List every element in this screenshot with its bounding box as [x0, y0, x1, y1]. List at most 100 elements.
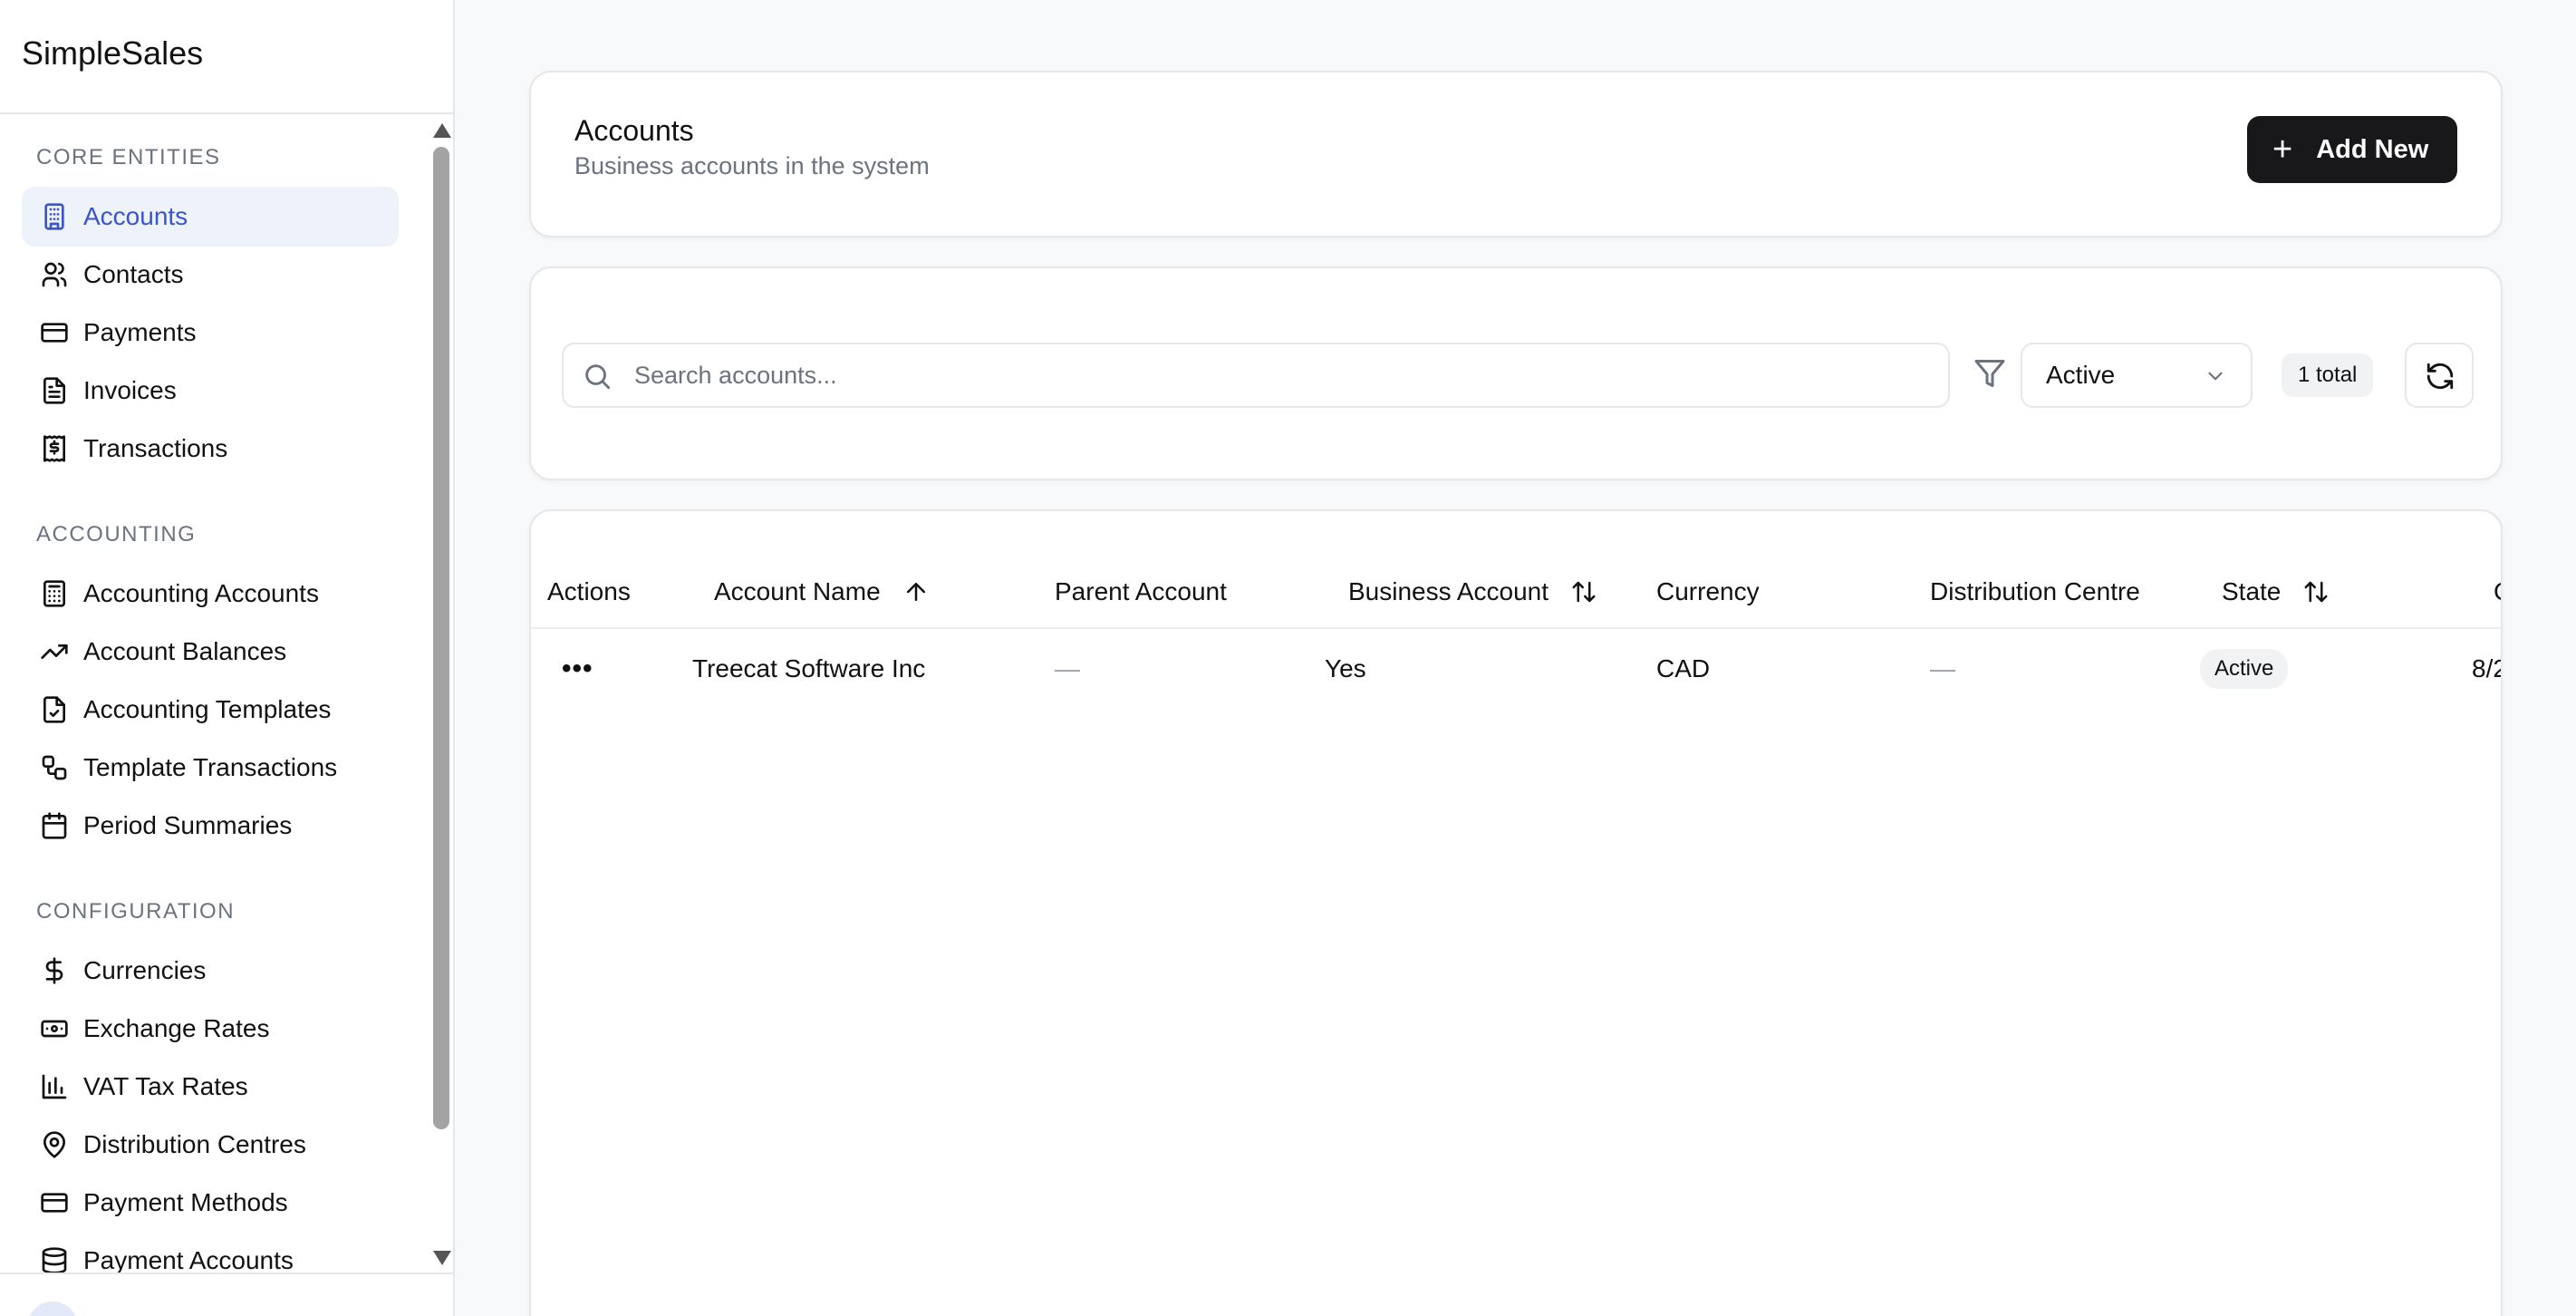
- sidebar-item-account-balances[interactable]: Account Balances: [22, 622, 399, 682]
- status-badge: Active: [2200, 649, 2289, 689]
- sidebar-item-label: Payment Accounts: [83, 1246, 294, 1272]
- more-horizontal-icon[interactable]: •••: [562, 653, 593, 684]
- created-cell: 8/2: [2472, 654, 2501, 682]
- state-cell: Active: [2200, 629, 2289, 709]
- status-filter-value: Active: [2046, 361, 2116, 389]
- sidebar-item-exchange-rates[interactable]: Exchange Rates: [22, 999, 399, 1059]
- sidebar-item-contacts[interactable]: Contacts: [22, 245, 399, 305]
- sidebar-item-currencies[interactable]: Currencies: [22, 941, 399, 1001]
- column-label: Account Name: [714, 577, 881, 605]
- credit-card-icon: [40, 318, 69, 347]
- sidebar-item-label: Account Balances: [83, 637, 287, 665]
- scroll-thumb[interactable]: [433, 147, 449, 1129]
- sidebar-nav: CORE ENTITIES Accounts Contacts Payments…: [0, 116, 428, 1272]
- column-header-distribution-centre: Distribution Centre: [1930, 555, 2140, 629]
- table-header-row: Actions Account Name Parent Account Busi…: [531, 555, 2501, 629]
- refresh-button[interactable]: [2405, 343, 2474, 408]
- column-header-business-account[interactable]: Business Account: [1348, 555, 1597, 629]
- filter-icon: [1973, 357, 2006, 390]
- database-icon: [40, 1246, 69, 1272]
- column-header-state[interactable]: State: [2222, 555, 2330, 629]
- section-title-accounting: ACCOUNTING: [36, 522, 197, 547]
- credit-card-icon: [40, 1188, 69, 1217]
- sidebar-item-label: Period Summaries: [83, 811, 293, 839]
- sidebar-item-label: Invoices: [83, 376, 177, 404]
- dollar-sign-icon: [40, 956, 69, 985]
- avatar[interactable]: [27, 1301, 78, 1316]
- sidebar-scrollbar[interactable]: [428, 116, 453, 1272]
- section-title-configuration: CONFIGURATION: [36, 899, 236, 924]
- sidebar-item-label: Transactions: [83, 434, 228, 462]
- banknote-icon: [40, 1014, 69, 1043]
- sidebar-item-vat-tax-rates[interactable]: VAT Tax Rates: [22, 1057, 399, 1117]
- file-text-icon: [40, 376, 69, 405]
- plus-icon: +: [2272, 131, 2293, 169]
- column-header-parent-account: Parent Account: [1055, 555, 1227, 629]
- trending-up-icon: [40, 637, 69, 666]
- scroll-up-arrow-icon[interactable]: [433, 123, 451, 138]
- sidebar-item-label: Template Transactions: [83, 753, 338, 781]
- sidebar-item-payment-methods[interactable]: Payment Methods: [22, 1173, 399, 1233]
- row-actions-cell[interactable]: •••: [562, 629, 593, 709]
- sidebar-item-payments[interactable]: Payments: [22, 303, 399, 363]
- sidebar-item-label: Contacts: [83, 260, 184, 288]
- currency-cell: CAD: [1656, 654, 1711, 682]
- sidebar-item-label: VAT Tax Rates: [83, 1072, 248, 1100]
- page-title: Accounts: [574, 114, 694, 147]
- refresh-icon: [2426, 363, 2454, 390]
- column-header-account-name[interactable]: Account Name: [714, 555, 930, 629]
- sidebar-item-invoices[interactable]: Invoices: [22, 361, 399, 421]
- account-name-cell: Treecat Software Inc: [692, 654, 926, 682]
- sidebar-item-label: Distribution Centres: [83, 1130, 306, 1158]
- calendar-icon: [40, 811, 69, 840]
- sidebar: SimpleSales CORE ENTITIES Accounts Conta…: [0, 0, 455, 1316]
- sidebar-item-template-transactions[interactable]: Template Transactions: [22, 738, 399, 798]
- sidebar-item-payment-accounts[interactable]: Payment Accounts: [22, 1231, 399, 1272]
- sidebar-item-transactions[interactable]: Transactions: [22, 419, 399, 479]
- sidebar-item-accounting-templates[interactable]: Accounting Templates: [22, 680, 399, 740]
- chevron-down-icon: [2204, 364, 2227, 388]
- sidebar-footer: [0, 1272, 453, 1316]
- users-icon: [40, 260, 69, 289]
- add-new-label: Add New: [2316, 134, 2429, 164]
- sidebar-item-label: Payment Methods: [83, 1188, 288, 1216]
- workflow-icon: [40, 753, 69, 782]
- status-filter-select[interactable]: Active: [2021, 343, 2253, 408]
- sidebar-item-label: Exchange Rates: [83, 1014, 270, 1042]
- search-input[interactable]: [634, 344, 1921, 406]
- search-box[interactable]: [562, 343, 1950, 408]
- scroll-down-arrow-icon[interactable]: [433, 1251, 451, 1265]
- column-header-actions: Actions: [547, 555, 631, 629]
- sidebar-item-label: Currencies: [83, 956, 207, 984]
- search-icon: [582, 361, 613, 392]
- parent-account-cell: —: [1055, 654, 1080, 682]
- column-header-created: C: [2494, 555, 2501, 629]
- map-pin-icon: [40, 1130, 69, 1159]
- sidebar-item-accounting-accounts[interactable]: Accounting Accounts: [22, 564, 399, 624]
- column-label: Parent Account: [1055, 577, 1227, 605]
- section-title-core-entities: CORE ENTITIES: [36, 145, 221, 169]
- sidebar-item-label: Accounts: [83, 202, 188, 230]
- column-header-currency: Currency: [1656, 555, 1760, 629]
- business-account-cell: Yes: [1325, 654, 1366, 682]
- column-label: Business Account: [1348, 577, 1549, 605]
- sidebar-item-distribution-centres[interactable]: Distribution Centres: [22, 1115, 399, 1175]
- sort-arrows-icon[interactable]: [1570, 578, 1597, 605]
- receipt-dollar-icon: [40, 434, 69, 463]
- building-icon: [40, 202, 69, 231]
- file-check-icon: [40, 695, 69, 724]
- sidebar-item-period-summaries[interactable]: Period Summaries: [22, 796, 399, 856]
- sidebar-item-label: Accounting Accounts: [83, 579, 319, 607]
- sort-arrows-icon[interactable]: [2302, 578, 2330, 605]
- calculator-icon: [40, 579, 69, 608]
- sidebar-item-accounts[interactable]: Accounts: [22, 187, 399, 247]
- page-header-card: Accounts Business accounts in the system…: [529, 71, 2503, 237]
- column-label: State: [2222, 577, 2282, 605]
- total-count-badge: 1 total: [2282, 353, 2374, 397]
- filter-card: Active 1 total: [529, 266, 2503, 480]
- column-label: Currency: [1656, 577, 1760, 605]
- sidebar-item-label: Accounting Templates: [83, 695, 332, 723]
- arrow-up-icon[interactable]: [902, 578, 930, 605]
- column-label: C: [2494, 577, 2501, 606]
- add-new-button[interactable]: + Add New: [2247, 116, 2457, 183]
